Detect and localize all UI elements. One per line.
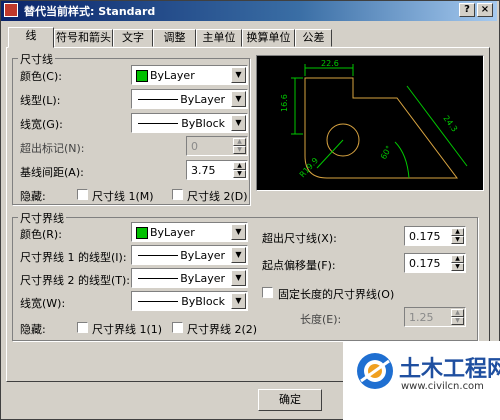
chevron-down-icon: ▼ (231, 270, 246, 286)
line-preview (138, 278, 178, 279)
dim-color-select[interactable]: ByLayer ▼ (131, 65, 248, 85)
ext1-linetype-value: ByLayer (180, 249, 225, 262)
suppress-ext-line-2-checkbox[interactable] (172, 322, 183, 333)
fixed-length-label: 固定长度的尺寸界线(O) (278, 288, 395, 301)
length-value: 1.25 (409, 311, 434, 324)
suppress-ext-line-1-checkbox[interactable] (77, 322, 88, 333)
chevron-down-icon: ▼ (231, 293, 246, 309)
baseline-spacing-label: 基线间距(A): (20, 166, 84, 179)
brand-logo-icon (357, 353, 393, 389)
dim-text-top: 22.6 (321, 59, 339, 68)
dim-text-slant: 24.3 (441, 114, 459, 134)
dim-text-left: 16.6 (280, 94, 289, 112)
ext-lineweight-value: ByBlock (181, 295, 225, 308)
tab-primary-units[interactable]: 主单位 (196, 29, 242, 47)
origin-offset-spinner[interactable]: 0.175 ▲ ▼ (404, 253, 466, 273)
dim-text-angle: 60° (379, 144, 394, 161)
spin-up-icon[interactable]: ▲ (233, 162, 246, 170)
extend-ticks-value: 0 (191, 140, 198, 153)
tab-fit[interactable]: 调整 (153, 29, 196, 47)
length-label: 长度(E): (300, 313, 342, 326)
angle-arc (394, 141, 410, 179)
dimension-preview: 22.6 16.6 24.3 R19.9 60° (256, 55, 484, 191)
tab-alternate-units[interactable]: 换算单位 (242, 29, 295, 47)
spin-down-icon[interactable]: ▼ (451, 263, 464, 271)
extend-beyond-label: 超出尺寸线(X): (262, 232, 337, 245)
baseline-spacing-spinner[interactable]: 3.75 ▲ ▼ (186, 160, 248, 180)
baseline-spacing-value: 3.75 (191, 164, 216, 177)
help-button[interactable]: ? (459, 3, 475, 17)
dim-linetype-select[interactable]: ByLayer ▼ (131, 89, 248, 109)
ext-color-select[interactable]: ByLayer ▼ (131, 222, 248, 242)
origin-offset-label: 起点偏移量(F): (262, 259, 336, 272)
extend-beyond-value: 0.175 (409, 230, 441, 243)
brand-name: 土木工程网 (399, 357, 500, 382)
spin-down-icon[interactable]: ▼ (451, 236, 464, 244)
line-preview (138, 99, 178, 100)
part-outline (304, 77, 458, 179)
suppress-label: 隐藏: (20, 190, 46, 203)
color-swatch (136, 227, 148, 239)
extend-ticks-label: 超出标记(N): (20, 142, 85, 155)
extend-ticks-spinner[interactable]: 0 ▲ ▼ (186, 136, 248, 156)
length-spinner[interactable]: 1.25 ▲ ▼ (404, 307, 466, 327)
extension-lines-title: 尺寸界线 (18, 210, 66, 226)
watermark: 土木工程网 www.civilcn.com (343, 341, 500, 420)
spin-down-icon[interactable]: ▼ (233, 170, 246, 178)
color-swatch (136, 70, 148, 82)
linetype-label: 线型(L): (20, 94, 61, 107)
color-label: 颜色(C): (20, 70, 62, 83)
line-preview (138, 123, 178, 124)
dimension-lines-title: 尺寸线 (18, 51, 55, 67)
ext-lineweight-label: 线宽(W): (20, 297, 66, 310)
ext2-linetype-label: 尺寸界线 2 的线型(T): (20, 274, 130, 287)
suppress-dim-line-2-checkbox[interactable] (172, 189, 183, 200)
ext-suppress-label: 隐藏: (20, 323, 46, 336)
app-icon (4, 3, 18, 17)
spin-down-icon[interactable]: ▼ (233, 146, 246, 154)
spin-up-icon[interactable]: ▲ (233, 138, 246, 146)
ext-lineweight-select[interactable]: ByBlock ▼ (131, 291, 248, 311)
spin-down-icon[interactable]: ▼ (451, 317, 464, 325)
close-button[interactable]: × (477, 3, 493, 17)
ext-color-value: ByLayer (150, 226, 195, 239)
suppress-dim-line-1-checkbox[interactable] (77, 189, 88, 200)
extend-beyond-spinner[interactable]: 0.175 ▲ ▼ (404, 226, 466, 246)
tab-text[interactable]: 文字 (113, 29, 153, 47)
suppress-dim-line-1-label: 尺寸线 1(M) (92, 190, 154, 203)
ext-color-label: 颜色(R): (20, 228, 62, 241)
ext1-linetype-select[interactable]: ByLayer ▼ (131, 245, 248, 265)
dim-linetype-value: ByLayer (180, 93, 225, 106)
chevron-down-icon: ▼ (231, 91, 246, 107)
chevron-down-icon: ▼ (231, 224, 246, 240)
fixed-length-checkbox[interactable] (262, 287, 273, 298)
tab-symbols-arrows[interactable]: 符号和箭头 (54, 29, 113, 47)
lineweight-label: 线宽(G): (20, 118, 63, 131)
chevron-down-icon: ▼ (231, 67, 246, 83)
tab-tolerances[interactable]: 公差 (295, 29, 332, 47)
spin-up-icon[interactable]: ▲ (451, 228, 464, 236)
chevron-down-icon: ▼ (231, 115, 246, 131)
spin-up-icon[interactable]: ▲ (451, 309, 464, 317)
dim-lineweight-select[interactable]: ByBlock ▼ (131, 113, 248, 133)
window-title: 替代当前样式: Standard (24, 5, 156, 18)
radius-leader (316, 139, 344, 169)
brand-url: www.civilcn.com (401, 381, 484, 392)
spin-up-icon[interactable]: ▲ (451, 255, 464, 263)
dim-lineweight-value: ByBlock (181, 117, 225, 130)
ok-button[interactable]: 确定 (258, 389, 322, 411)
line-preview (138, 301, 178, 302)
ext2-linetype-select[interactable]: ByLayer ▼ (131, 268, 248, 288)
ext1-linetype-label: 尺寸界线 1 的线型(I): (20, 251, 127, 264)
tab-lines[interactable]: 线 (8, 27, 54, 48)
ext2-linetype-value: ByLayer (180, 272, 225, 285)
line-preview (138, 255, 178, 256)
chevron-down-icon: ▼ (231, 247, 246, 263)
suppress-dim-line-2-label: 尺寸线 2(D) (187, 190, 248, 203)
preview-drawing: 22.6 16.6 24.3 R19.9 60° (280, 59, 468, 179)
suppress-ext-line-2-label: 尺寸界线 2(2) (187, 323, 258, 336)
suppress-ext-line-1-label: 尺寸界线 1(1) (92, 323, 163, 336)
origin-offset-value: 0.175 (409, 257, 441, 270)
dim-color-value: ByLayer (150, 69, 195, 82)
